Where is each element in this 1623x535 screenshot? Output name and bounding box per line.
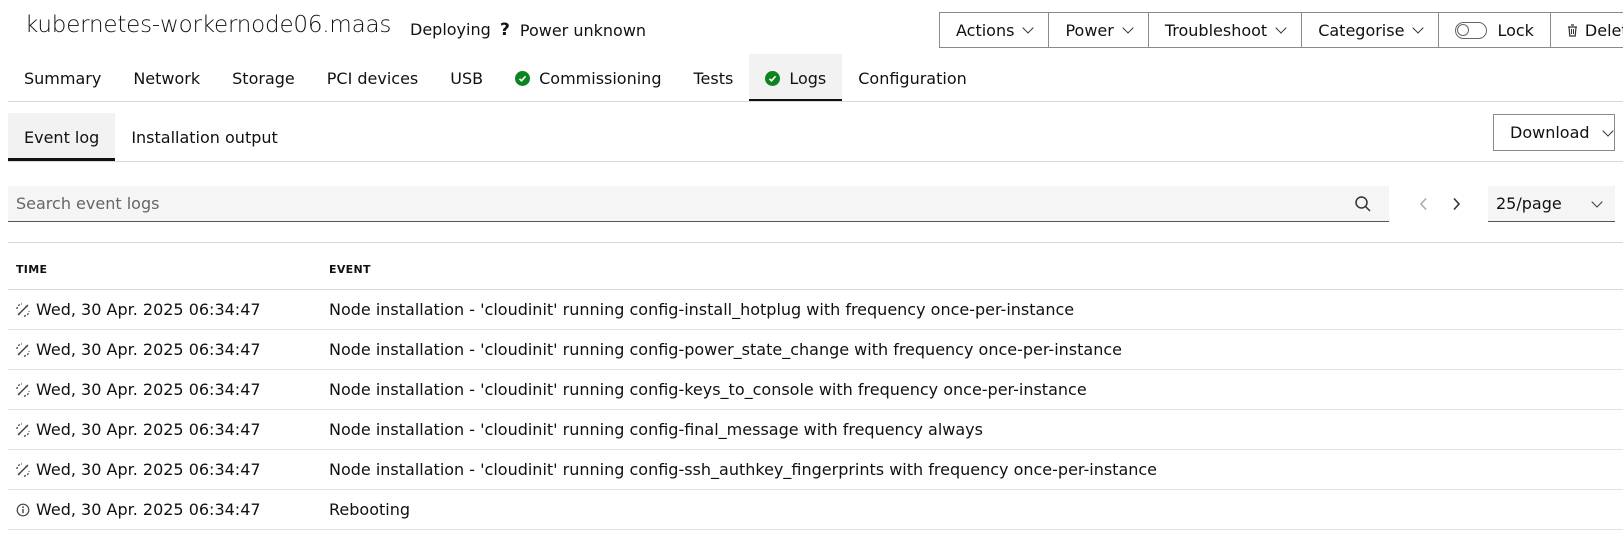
trash-icon (1567, 23, 1578, 37)
machine-title: kubernetes-workernode06.maas (25, 12, 392, 38)
table-header: TIME EVENT (8, 250, 1623, 290)
table-row: Wed, 30 Apr. 2025 06:34:47 Node installa… (8, 410, 1623, 450)
troubleshoot-button[interactable]: Troubleshoot (1148, 13, 1303, 47)
actions-button[interactable]: Actions (940, 13, 1050, 47)
chevron-down-icon (1412, 22, 1425, 34)
table-row: Wed, 30 Apr. 2025 06:34:47 Node installa… (8, 450, 1623, 490)
tab-logs[interactable]: Logs (749, 54, 843, 102)
event-description: Rebooting (329, 500, 410, 519)
power-button[interactable]: Power (1049, 13, 1149, 47)
search-box (8, 186, 1389, 222)
logs-subtabs: Event log Installation output (8, 113, 294, 161)
section-divider (8, 242, 1623, 243)
chevron-down-icon (1601, 124, 1614, 137)
previous-page-button[interactable] (1414, 194, 1434, 214)
per-page-value: 25/page (1496, 194, 1562, 213)
delete-button-label: Delete (1584, 20, 1623, 40)
event-time: Wed, 30 Apr. 2025 06:34:47 (36, 300, 261, 319)
table-row: Wed, 30 Apr. 2025 06:34:47 Node installa… (8, 330, 1623, 370)
event-time: Wed, 30 Apr. 2025 06:34:47 (36, 460, 261, 479)
info-icon (16, 503, 30, 516)
tab-storage[interactable]: Storage (216, 54, 311, 102)
column-header-time[interactable]: TIME (8, 263, 329, 276)
chevron-down-icon (1122, 22, 1134, 34)
power-status-label: Power unknown (519, 20, 647, 40)
event-description: Node installation - 'cloudinit' running … (329, 300, 1075, 319)
event-time: Wed, 30 Apr. 2025 06:34:47 (36, 380, 261, 399)
chevron-down-icon (1275, 22, 1287, 34)
tab-configuration[interactable]: Configuration (842, 54, 983, 102)
question-icon: ? (500, 20, 510, 40)
event-description: Node installation - 'cloudinit' running … (329, 340, 1122, 359)
event-log-table: TIME EVENT Wed, 30 Apr. 2025 06:34:47 No… (8, 250, 1623, 530)
next-page-button[interactable] (1446, 194, 1466, 214)
chevron-right-icon (1453, 197, 1461, 211)
in-progress-icon (16, 302, 30, 317)
download-button-label: Download (1510, 123, 1590, 142)
toggle-switch-icon (1455, 21, 1488, 39)
troubleshoot-button-label: Troubleshoot (1164, 20, 1268, 40)
categorise-button[interactable]: Categorise (1302, 13, 1440, 47)
delete-button[interactable]: Delete (1550, 13, 1623, 47)
lock-label: Lock (1497, 20, 1534, 40)
machine-tabs: Summary Network Storage PCI devices USB … (8, 54, 983, 102)
machine-actions-bar: Actions Power Troubleshoot Categorise Lo… (939, 12, 1623, 48)
chevron-down-icon (1591, 196, 1603, 208)
success-check-icon (765, 70, 781, 86)
in-progress-icon (16, 342, 30, 357)
in-progress-icon (16, 382, 30, 397)
chevron-left-icon (1419, 197, 1427, 211)
success-check-icon (515, 70, 531, 86)
event-time: Wed, 30 Apr. 2025 06:34:47 (36, 420, 261, 439)
event-description: Node installation - 'cloudinit' running … (329, 420, 983, 439)
event-description: Node installation - 'cloudinit' running … (329, 380, 1087, 399)
in-progress-icon (16, 462, 30, 477)
tab-pci-devices[interactable]: PCI devices (311, 54, 435, 102)
tab-summary[interactable]: Summary (8, 54, 117, 102)
subtab-installation-output[interactable]: Installation output (115, 113, 293, 161)
chevron-down-icon (1022, 22, 1035, 34)
table-row: Wed, 30 Apr. 2025 06:34:47 Node installa… (8, 290, 1623, 330)
event-time: Wed, 30 Apr. 2025 06:34:47 (36, 340, 261, 359)
page-header: kubernetes-workernode06.maas Deploying ?… (0, 0, 1623, 52)
download-button[interactable]: Download (1493, 114, 1615, 151)
column-header-event[interactable]: EVENT (329, 263, 371, 276)
subtab-event-log[interactable]: Event log (8, 113, 116, 161)
tabs-divider (8, 101, 1623, 102)
search-icon[interactable] (1353, 194, 1373, 214)
power-button-label: Power (1065, 20, 1114, 40)
machine-status: Deploying (410, 20, 491, 39)
power-status: ? Power unknown (500, 20, 646, 40)
actions-button-label: Actions (956, 20, 1015, 40)
search-input[interactable] (16, 194, 1353, 213)
tab-network[interactable]: Network (117, 54, 216, 102)
subtabs-divider (8, 161, 1623, 162)
in-progress-icon (16, 422, 30, 437)
tab-commissioning[interactable]: Commissioning (499, 54, 677, 102)
table-row: Wed, 30 Apr. 2025 06:34:47 Node installa… (8, 370, 1623, 410)
tab-tests[interactable]: Tests (677, 54, 749, 102)
categorise-button-label: Categorise (1318, 20, 1405, 40)
event-description: Node installation - 'cloudinit' running … (329, 460, 1158, 479)
per-page-select[interactable]: 25/page (1488, 186, 1615, 222)
event-time: Wed, 30 Apr. 2025 06:34:47 (36, 500, 261, 519)
tab-commissioning-label: Commissioning (539, 68, 662, 88)
lock-toggle[interactable]: Lock (1439, 13, 1551, 47)
tab-logs-label: Logs (789, 68, 827, 88)
tab-usb[interactable]: USB (434, 54, 499, 102)
table-row: Wed, 30 Apr. 2025 06:34:47 Rebooting (8, 490, 1623, 530)
